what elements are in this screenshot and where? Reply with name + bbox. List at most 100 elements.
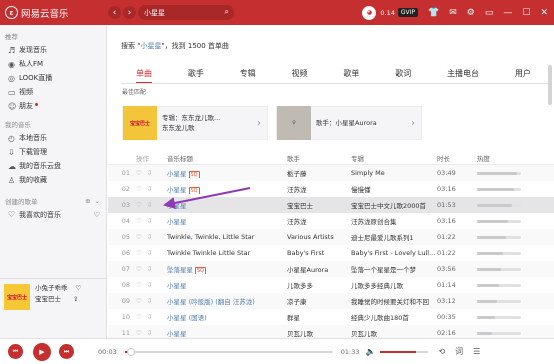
row-album[interactable]: Baby's First - Lovely Lull...: [351, 249, 437, 257]
tab-radio[interactable]: 主播电台: [447, 68, 479, 84]
add-playlist-icon[interactable]: ⊕: [85, 197, 90, 205]
settings-icon[interactable]: ⚙: [467, 8, 475, 18]
download-icon[interactable]: ⇩: [147, 297, 152, 305]
row-singer[interactable]: 贝瓦儿歌: [287, 328, 351, 338]
row-title[interactable]: 小星星 (吟般版) (翻自 汪苏泷): [167, 296, 287, 306]
loop-icon[interactable]: ⟲: [438, 347, 445, 356]
col-album[interactable]: 专辑: [351, 153, 437, 163]
col-singer[interactable]: 歌手: [287, 153, 351, 163]
row-singer[interactable]: 宝宝巴士: [287, 200, 351, 210]
sidebar-item-fm[interactable]: ◉ 私人FM: [0, 57, 106, 71]
download-icon[interactable]: ⇩: [147, 249, 152, 257]
tab-lyrics[interactable]: 歌词: [395, 68, 411, 84]
album-art[interactable]: 宝宝巴士: [4, 284, 30, 310]
sidebar-item-collection[interactable]: ♙ 我的收藏: [0, 173, 106, 187]
like-icon[interactable]: ♡: [136, 329, 142, 337]
collapse-icon[interactable]: ⌄: [95, 197, 100, 205]
volume-slider[interactable]: [380, 350, 429, 353]
col-duration[interactable]: 时长: [437, 153, 477, 163]
table-row[interactable]: 04 ♡ ⇩ 小星星 汪苏泷 汪苏泷原创合集 03:16: [108, 213, 554, 229]
row-title[interactable]: 小星星: [167, 200, 287, 210]
row-album[interactable]: 汪苏泷原创合集: [351, 216, 437, 226]
previous-button[interactable]: ⏮: [8, 344, 23, 359]
table-row[interactable]: 07 ♡ ⇩ 坠落星星 SQ 小星星Aurora 坠落一个星星是一个梦 03:56: [108, 261, 554, 277]
playlist-icon[interactable]: ☰: [473, 347, 480, 356]
download-icon[interactable]: ⇩: [147, 169, 152, 177]
like-icon[interactable]: ♡: [136, 233, 142, 241]
row-singer[interactable]: 栀子藤: [287, 168, 351, 178]
sidebar-item-liked[interactable]: ♡ 我喜欢的音乐 ♡: [0, 208, 106, 222]
table-row[interactable]: 11 ♡ ⇩ 小星星 贝瓦儿歌 贝瓦儿歌 02:16: [108, 325, 554, 338]
download-icon[interactable]: ⇩: [147, 265, 152, 273]
sidebar-item-friends[interactable]: ☺ 朋友: [0, 99, 106, 113]
row-title[interactable]: Twinkle Twinkle Little Star: [167, 249, 287, 257]
lyrics-icon[interactable]: 词: [455, 346, 463, 357]
row-singer[interactable]: 儿歌多多: [287, 280, 351, 290]
table-row[interactable]: 01 ♡ ⇩ 小星星 SQ 栀子藤 Simply Me 03:49: [108, 165, 554, 181]
row-title[interactable]: Twinkle, Twinkle, Little Star: [167, 233, 287, 241]
mini-mode-icon[interactable]: ▭: [485, 8, 494, 18]
table-row[interactable]: 09 ♡ ⇩ 小星星 (吟般版) (翻自 汪苏泷) 凉子康 我睡觉的时候要关灯和…: [108, 293, 554, 309]
tab-songs[interactable]: 单曲: [136, 68, 152, 84]
sidebar-item-cloud[interactable]: ☁ 我的音乐云盘: [0, 159, 106, 173]
volume-icon[interactable]: 🔈: [365, 347, 375, 356]
like-icon[interactable]: ♡: [136, 249, 142, 257]
tab-albums[interactable]: 专辑: [240, 68, 256, 84]
row-singer[interactable]: 小星星Aurora: [287, 264, 351, 274]
tab-artists[interactable]: 歌手: [188, 68, 204, 84]
table-row[interactable]: 08 ♡ ⇩ 小星星 儿歌多多 儿歌多多经典儿歌 01:14: [108, 277, 554, 293]
maximize-icon[interactable]: ☐: [522, 8, 530, 18]
download-icon[interactable]: ⇩: [147, 201, 152, 209]
row-album[interactable]: 我睡觉的时候要关灯和不回: [351, 296, 437, 306]
table-row[interactable]: 06 ♡ ⇩ Twinkle Twinkle Little Star Baby'…: [108, 245, 554, 261]
table-row[interactable]: 10 ♡ ⇩ 小星星 (国语) 群星 经典少儿歌曲180首 00:35: [108, 309, 554, 325]
sidebar-item-video[interactable]: ▭ 视频: [0, 85, 106, 99]
user-avatar[interactable]: ◕: [362, 5, 377, 20]
row-singer[interactable]: Various Artists: [287, 233, 351, 241]
like-icon[interactable]: ♡: [136, 201, 142, 209]
row-singer[interactable]: 汪苏泷: [287, 184, 351, 194]
col-heat[interactable]: 热度: [477, 153, 537, 163]
row-title[interactable]: 小星星: [167, 216, 287, 226]
sidebar-item-look[interactable]: ◎ LOOK直播: [0, 71, 106, 85]
table-row[interactable]: 05 ♡ ⇩ Twinkle, Twinkle, Little Star Var…: [108, 229, 554, 245]
table-row[interactable]: 03 ♡ ⇩ 小星星 宝宝巴士 宝宝巴士中文儿歌2000首 01:53: [108, 197, 554, 213]
table-row[interactable]: 02 ♡ ⇩ 小星星 SQ 汪苏泷 慢慢懂 03:16: [108, 181, 554, 197]
like-icon[interactable]: ♡: [136, 217, 142, 225]
back-button[interactable]: ‹: [108, 6, 121, 19]
row-title[interactable]: 小星星 SQ: [167, 168, 287, 178]
row-singer[interactable]: 汪苏泷: [287, 216, 351, 226]
row-singer[interactable]: 群星: [287, 312, 351, 322]
search-input[interactable]: 小星星 ⌕: [138, 5, 234, 20]
best-match-artist-card[interactable]: ♀ 歌手：小星星Aurora ›: [276, 106, 422, 140]
next-button[interactable]: ⏭: [59, 344, 74, 359]
close-icon[interactable]: ✕: [540, 8, 548, 18]
forward-button[interactable]: ›: [123, 6, 136, 19]
like-icon[interactable]: ♡: [136, 313, 142, 321]
row-album[interactable]: 经典少儿歌曲180首: [351, 312, 437, 322]
like-icon[interactable]: ♡: [136, 185, 142, 193]
now-playing-song[interactable]: 小兔子乖乖: [35, 283, 68, 294]
tab-users[interactable]: 用户: [515, 68, 531, 84]
like-icon[interactable]: ♡: [76, 283, 82, 294]
progress-knob[interactable]: [126, 347, 135, 356]
download-icon[interactable]: ⇩: [147, 329, 152, 337]
sidebar-item-downloads[interactable]: ⇩ 下载管理: [0, 145, 106, 159]
row-singer[interactable]: Baby's First: [287, 249, 351, 257]
mail-icon[interactable]: ✉: [449, 8, 457, 18]
row-title[interactable]: 小星星: [167, 328, 287, 338]
row-album[interactable]: 迪士尼最爱儿歌系列1: [351, 232, 437, 242]
sidebar-item-local[interactable]: ◴ 本地音乐: [0, 131, 106, 145]
skin-icon[interactable]: 👕: [428, 8, 439, 18]
now-playing-mini[interactable]: 宝宝巴士 小兔子乖乖 ♡ 宝宝巴士 ⇪: [0, 278, 107, 336]
minimize-icon[interactable]: —: [503, 8, 512, 18]
like-icon[interactable]: ♡: [136, 297, 142, 305]
heartbeat-mode-icon[interactable]: ♡: [94, 211, 100, 219]
download-icon[interactable]: ⇩: [147, 185, 152, 193]
row-title[interactable]: 小星星 (国语): [167, 312, 287, 322]
share-icon[interactable]: ⇪: [73, 294, 78, 305]
row-album[interactable]: 坠落一个星星是一个梦: [351, 264, 437, 274]
search-icon[interactable]: ⌕: [225, 7, 229, 17]
download-icon[interactable]: ⇩: [147, 313, 152, 321]
download-icon[interactable]: ⇩: [147, 217, 152, 225]
